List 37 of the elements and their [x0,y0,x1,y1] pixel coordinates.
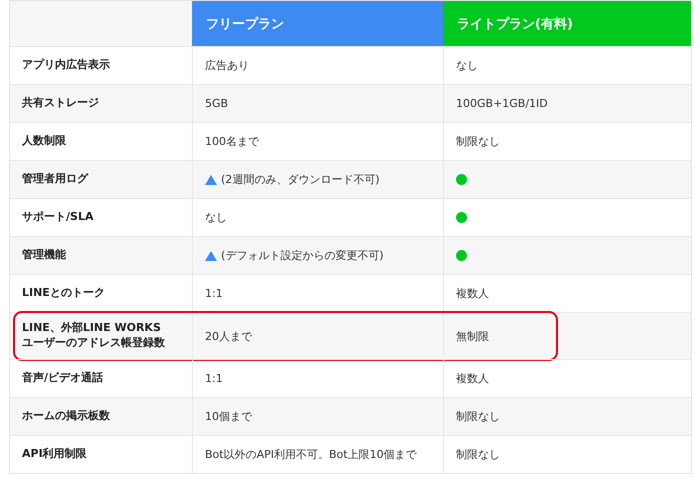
row-label: 共有ストレージ [21,95,100,112]
table-cell: 複数人 [456,371,489,386]
table-cell: なし [456,58,478,73]
table-cell: 複数人 [456,286,489,301]
table-cell: 1:1 [205,372,223,385]
column-header: フリープラン [192,1,443,46]
row-label: 管理者用ログ [21,171,90,188]
triangle-icon [205,174,217,184]
dot-icon [456,212,467,223]
row-label: LINE、外部LINE WORKS ユーザーのアドレス帳登録数 [21,320,166,351]
column-header: ライトプラン(有料) [443,1,691,46]
table-cell: 20人まで [205,328,252,344]
table-cell: なし [205,210,227,225]
table-cell: 100GB+1GB/1ID [456,97,548,110]
row-label: 管理機能 [21,247,67,264]
table-cell: 10個まで [205,409,252,424]
table-cell: 制限なし [456,447,500,462]
row-label: LINEとのトーク [21,285,106,302]
row-label: ホームの掲示板数 [21,408,111,424]
dot-icon [456,250,467,261]
table-cell: Bot以外のAPI利用不可。Bot上限10個まで [205,447,417,462]
table-cell: (2週間のみ、ダウンロード不可) [221,172,380,187]
row-label: 人数制限 [21,133,67,150]
row-label: API利用制限 [21,446,88,462]
table-cell: 5GB [205,97,228,110]
dot-icon [456,174,467,185]
row-label: 音声/ビデオ通話 [21,370,104,386]
table-cell: 制限なし [456,409,500,424]
table-cell: 1:1 [205,287,223,300]
row-label: サポート/SLA [21,209,94,226]
table-cell: 100名まで [205,134,259,149]
row-label: アプリ内広告表示 [21,57,111,74]
table-cell: 無制限 [456,328,489,344]
triangle-icon [205,250,217,260]
table-cell: 制限なし [456,134,500,149]
table-cell: 広告あり [205,58,249,73]
table-cell: (デフォルト設定からの変更不可) [221,248,384,263]
